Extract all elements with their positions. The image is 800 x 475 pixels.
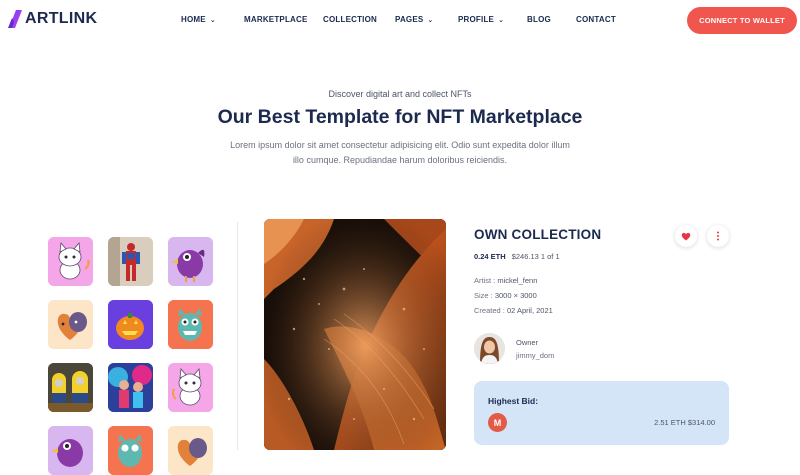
chevron-down-icon: ⌄	[427, 17, 434, 24]
size-value: 3000 × 3000	[494, 291, 537, 300]
concert-image	[108, 363, 153, 412]
nav-marketplace[interactable]: MARKETPLACE	[244, 15, 308, 24]
white-cat-thumbnail-2[interactable]	[168, 363, 213, 412]
nav-marketplace-label: MARKETPLACE	[244, 15, 308, 24]
created-label: Created :	[474, 306, 507, 315]
price-line: 0.24 ETH $246.13 1 of 1	[474, 252, 560, 261]
logo-text: ARTLINK	[25, 10, 98, 27]
highest-bid-card: Highest Bid: M 2.51 ETH $314.00	[474, 381, 729, 445]
nft-artwork[interactable]	[264, 219, 446, 450]
like-button[interactable]	[675, 225, 697, 247]
heart-creatures-image	[168, 426, 213, 475]
owner-name[interactable]: jimmy_dom	[516, 351, 554, 360]
purple-bird-image	[168, 237, 213, 286]
nav-collection-label: COLLECTION	[323, 15, 377, 24]
size-label: Size :	[474, 291, 495, 300]
more-vertical-icon	[717, 231, 719, 241]
owner-avatar[interactable]	[474, 333, 505, 364]
heart-creatures-image	[48, 300, 93, 349]
white-cat-image	[48, 237, 93, 286]
pumpkin-image	[108, 300, 153, 349]
white-cat-thumbnail[interactable]	[48, 237, 93, 286]
price-usd: $246.13 1 of 1	[511, 252, 560, 261]
robot-figure-thumbnail[interactable]	[108, 237, 153, 286]
heart-creatures-thumbnail-2[interactable]	[168, 426, 213, 475]
price-eth: 0.24 ETH	[474, 252, 506, 261]
artist-label: Artist :	[474, 276, 498, 285]
nav-profile-label: PROFILE	[458, 15, 495, 24]
purple-bird-thumbnail[interactable]	[168, 237, 213, 286]
hero-title: Our Best Template for NFT Marketplace	[217, 106, 583, 128]
logo-icon	[8, 10, 22, 28]
robot-figure-image	[108, 237, 153, 286]
connect-wallet-button[interactable]: CONNECT TO WALLET	[687, 7, 797, 34]
nav-contact-label: CONTACT	[576, 15, 616, 24]
site-header: ARTLINK HOME ⌄ MARKETPLACE COLLECTION PAG…	[0, 0, 800, 42]
created-value: 02 April, 2021	[506, 306, 553, 315]
white-cat-image	[168, 363, 213, 412]
chevron-down-icon: ⌄	[209, 17, 216, 24]
nav-pages-label: PAGES	[395, 15, 424, 24]
monster-thumbnail[interactable]	[168, 300, 213, 349]
highest-bid-value: 2.51 ETH $314.00	[654, 418, 715, 427]
heart-icon	[681, 232, 691, 240]
highest-bid-title: Highest Bid:	[488, 396, 539, 406]
nav-home-label: HOME	[181, 15, 206, 24]
nav-pages[interactable]: PAGES ⌄	[395, 15, 434, 24]
nav-profile[interactable]: PROFILE ⌄	[458, 15, 504, 24]
collection-title: OWN COLLECTION	[474, 227, 602, 242]
purple-bird-image	[48, 426, 93, 475]
purple-bird-thumbnail-2[interactable]	[48, 426, 93, 475]
nav-collection[interactable]: COLLECTION	[323, 15, 377, 24]
vertical-divider	[237, 222, 238, 450]
nav-blog-label: BLOG	[527, 15, 551, 24]
monster-image	[108, 426, 153, 475]
size-line: Size : 3000 × 3000	[474, 291, 537, 300]
minions-image	[48, 363, 93, 412]
minions-thumbnail[interactable]	[48, 363, 93, 412]
chevron-down-icon: ⌄	[498, 17, 505, 24]
more-options-button[interactable]	[707, 225, 729, 247]
concert-thumbnail[interactable]	[108, 363, 153, 412]
artist-value[interactable]: mickel_fenn	[497, 276, 537, 285]
artist-line: Artist : mickel_fenn	[474, 276, 537, 285]
nav-blog[interactable]: BLOG	[527, 15, 551, 24]
owner-label: Owner	[516, 338, 539, 347]
created-line: Created : 02 April, 2021	[474, 306, 553, 315]
monster-thumbnail-2[interactable]	[108, 426, 153, 475]
nav-contact[interactable]: CONTACT	[576, 15, 616, 24]
heart-creatures-thumbnail[interactable]	[48, 300, 93, 349]
monster-image	[168, 300, 213, 349]
artwork-image	[264, 219, 446, 450]
bidder-avatar[interactable]: M	[488, 413, 507, 432]
logo[interactable]: ARTLINK	[8, 10, 97, 28]
pumpkin-thumbnail[interactable]	[108, 300, 153, 349]
nav-home[interactable]: HOME ⌄	[181, 15, 216, 24]
hero-description: Lorem ipsum dolor sit amet consectetur a…	[230, 140, 570, 165]
owner-avatar-image	[474, 333, 505, 364]
hero-subtitle: Discover digital art and collect NFTs	[328, 89, 472, 99]
